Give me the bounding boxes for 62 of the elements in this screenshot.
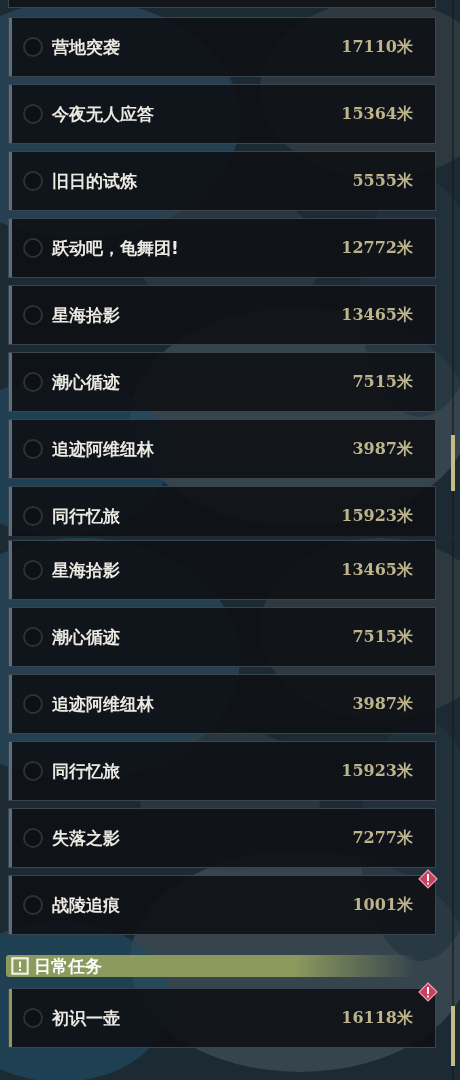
quest-item[interactable]: 潮心循迹 7515米: [8, 352, 436, 412]
quest-distance: 15923米: [341, 760, 413, 782]
quest-title: 潮心循迹: [52, 625, 120, 649]
quest-item[interactable]: 同行忆旅 15923米: [8, 741, 436, 801]
quest-item[interactable]: 今夜无人应答 15364米: [8, 84, 436, 144]
quest-distance: 7515米: [352, 371, 413, 393]
quest-title: 失落之影: [52, 826, 120, 850]
status-circle-icon: [23, 694, 43, 714]
quest-item[interactable]: 营地突袭 17110米: [8, 17, 436, 77]
status-circle-icon: [23, 238, 43, 258]
quest-title: 星海拾影: [52, 303, 120, 327]
quest-title: 星海拾影: [52, 558, 120, 582]
status-circle-icon: [23, 1008, 43, 1028]
quest-title: 跃动吧，龟舞团!: [52, 236, 179, 260]
quest-distance: 3987米: [352, 438, 413, 460]
quest-item[interactable]: 跃动吧，龟舞团! 12772米: [8, 218, 436, 278]
quest-distance: 13465米: [341, 559, 413, 581]
section-title: 日常任务: [34, 954, 102, 978]
quest-title: 战陵追痕: [52, 893, 120, 917]
quest-distance: 7277米: [352, 827, 413, 849]
status-circle-icon: [23, 104, 43, 124]
quest-distance: 5555米: [352, 170, 413, 192]
quest-distance: 16118米: [341, 1007, 413, 1029]
status-circle-icon: [23, 171, 43, 191]
quest-distance: 13465米: [341, 304, 413, 326]
quest-item[interactable]: 追迹阿维纽林 3987米: [8, 419, 436, 479]
quest-distance: 15364米: [341, 103, 413, 125]
status-circle-icon: [23, 895, 43, 915]
quest-distance: 15923米: [341, 505, 413, 527]
quest-item[interactable]: 同行忆旅 15923米: [8, 486, 436, 536]
quest-title: 初识一壶: [52, 1006, 120, 1030]
quest-title: 同行忆旅: [52, 759, 120, 783]
quest-title: 追迹阿维纽林: [52, 437, 154, 461]
quest-distance: 3987米: [352, 693, 413, 715]
status-circle-icon: [23, 372, 43, 392]
quest-title: 追迹阿维纽林: [52, 692, 154, 716]
quest-title: 营地突袭: [52, 35, 120, 59]
status-circle-icon: [23, 439, 43, 459]
status-circle-icon: [23, 560, 43, 580]
quest-title: 潮心循迹: [52, 370, 120, 394]
alert-icon: [11, 957, 29, 975]
quest-distance: 12772米: [341, 237, 413, 259]
status-circle-icon: [23, 305, 43, 325]
status-circle-icon: [23, 37, 43, 57]
quest-item[interactable]: 初识一壶 16118米: [8, 988, 436, 1048]
status-circle-icon: [23, 828, 43, 848]
quest-item[interactable]: 星海拾影 13465米: [8, 540, 436, 600]
quest-title: 同行忆旅: [52, 504, 120, 528]
quest-item[interactable]: 追迹阿维纽林 3987米: [8, 674, 436, 734]
quest-distance: 17110米: [341, 36, 413, 58]
quest-item[interactable]: 失落之影 7277米: [8, 808, 436, 868]
quest-item[interactable]: 星海拾影 13465米: [8, 285, 436, 345]
quest-item[interactable]: 旧日的试炼 5555米: [8, 151, 436, 211]
quest-title: 今夜无人应答: [52, 102, 154, 126]
quest-title: 旧日的试炼: [52, 169, 137, 193]
quest-item[interactable]: 战陵追痕 1001米: [8, 875, 436, 935]
status-circle-icon: [23, 761, 43, 781]
status-circle-icon: [23, 627, 43, 647]
quest-distance: 1001米: [352, 894, 413, 916]
quest-item[interactable]: 潮心循迹 7515米: [8, 607, 436, 667]
status-circle-icon: [23, 506, 43, 526]
quest-distance: 7515米: [352, 626, 413, 648]
